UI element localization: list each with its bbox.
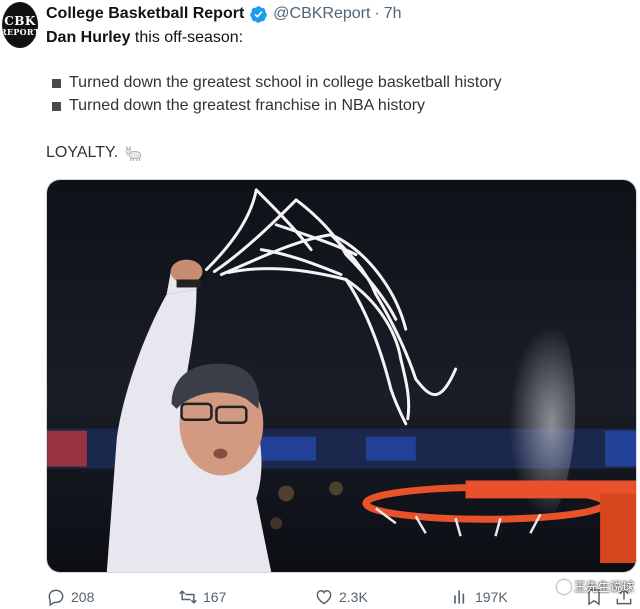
like-count: 2.3K xyxy=(339,589,368,605)
reply-icon xyxy=(48,589,64,607)
author-display-name[interactable]: College Basketball Report xyxy=(46,5,244,23)
heart-icon xyxy=(316,589,332,605)
repost-count: 167 xyxy=(203,589,227,605)
views-button[interactable]: 197K xyxy=(450,587,508,607)
bullet-item: Turned down the greatest franchise in NB… xyxy=(52,97,425,115)
tweet-header: College Basketball Report @CBKReport · 7… xyxy=(46,4,402,24)
repost-icon xyxy=(179,590,197,604)
tweet-intro: Dan Hurley this off-season: xyxy=(46,29,243,47)
photo-image xyxy=(47,180,636,572)
intro-rest: this off-season: xyxy=(130,29,244,46)
goat-icon xyxy=(125,146,142,161)
views-chart-icon xyxy=(454,590,465,604)
views-count: 197K xyxy=(475,589,508,605)
bullet-text: Turned down the greatest franchise in NB… xyxy=(69,97,426,114)
avatar-text-line1: CBK xyxy=(4,13,36,28)
avatar-text-line2: REPORT xyxy=(2,26,38,37)
avatar[interactable]: CBK REPORT xyxy=(2,2,38,48)
bullet-square-icon xyxy=(52,101,61,111)
bullet-item: Turned down the greatest school in colle… xyxy=(52,74,502,92)
separator-dot: · xyxy=(374,5,380,22)
verified-badge-icon xyxy=(250,5,268,23)
author-handle[interactable]: @CBKReport xyxy=(273,5,370,23)
watermark: 王先生说球 xyxy=(556,578,634,595)
like-button[interactable]: 2.3K xyxy=(314,587,368,607)
intro-bold: Dan Hurley xyxy=(46,29,131,46)
closing-text: LOYALTY. xyxy=(46,144,119,161)
watermark-logo-icon xyxy=(556,579,571,594)
reply-button[interactable]: 208 xyxy=(46,587,94,607)
bullet-square-icon xyxy=(52,78,61,88)
bullet-text: Turned down the greatest school in colle… xyxy=(69,74,502,91)
reply-count: 208 xyxy=(71,589,95,605)
repost-button[interactable]: 167 xyxy=(178,587,226,607)
watermark-text: 王先生说球 xyxy=(573,580,634,594)
tweet-action-bar: 208 167 2.3K 197K xyxy=(0,585,640,609)
tweet-closing: LOYALTY. xyxy=(46,144,144,162)
timestamp[interactable]: 7h xyxy=(384,5,402,23)
tweet-media-photo[interactable] xyxy=(46,179,637,573)
